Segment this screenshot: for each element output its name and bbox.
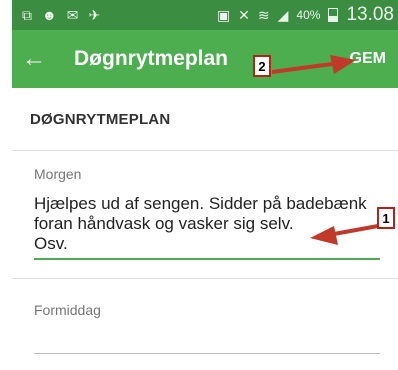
callout-badge-1: 1 xyxy=(377,207,395,229)
wifi-icon: ≋ xyxy=(257,7,270,23)
message-icon: ✉ xyxy=(66,7,79,23)
clock: 13.08 xyxy=(346,4,394,25)
status-bar: ⧉ ☻ ✉ ✈ ▣ ✕ ≋ ◢ 40% 13.08 xyxy=(12,0,398,30)
person-icon: ☻ xyxy=(42,7,57,23)
arrow-back-icon[interactable]: ← xyxy=(22,45,64,73)
field-divider xyxy=(12,278,398,279)
page-title: Døgnrytmeplan xyxy=(74,47,229,70)
bird-icon: ✈ xyxy=(88,7,101,23)
morgen-field-underline xyxy=(34,258,380,260)
save-button[interactable]: GEM xyxy=(350,30,386,88)
callout-badge-2: 2 xyxy=(253,55,271,77)
screenshot-icon: ⧉ xyxy=(22,7,32,23)
form-content: DØGNRYTMEPLAN Morgen Hjælpes ud af senge… xyxy=(12,88,398,370)
battery-icon xyxy=(328,8,339,22)
signal-icon: ◢ xyxy=(277,7,289,23)
formiddag-field-underline xyxy=(34,353,380,354)
battery-percent: 40% xyxy=(296,8,321,22)
app-bar: ← Døgnrytmeplan GEM xyxy=(12,30,398,88)
formiddag-field[interactable] xyxy=(34,324,374,346)
phone-screen: ⧉ ☻ ✉ ✈ ▣ ✕ ≋ ◢ 40% 13.08 ← Døgnrytmepla… xyxy=(12,0,398,370)
morgen-field[interactable]: Hjælpes ud af sengen. Sidder på badebænk… xyxy=(34,194,374,254)
mute-icon: ✕ xyxy=(238,7,250,23)
field-label-morgen: Morgen xyxy=(34,166,82,182)
field-label-formiddag: Formiddag xyxy=(34,302,101,318)
nfc-icon: ▣ xyxy=(216,7,231,23)
section-title: DØGNRYTMEPLAN xyxy=(12,88,398,151)
